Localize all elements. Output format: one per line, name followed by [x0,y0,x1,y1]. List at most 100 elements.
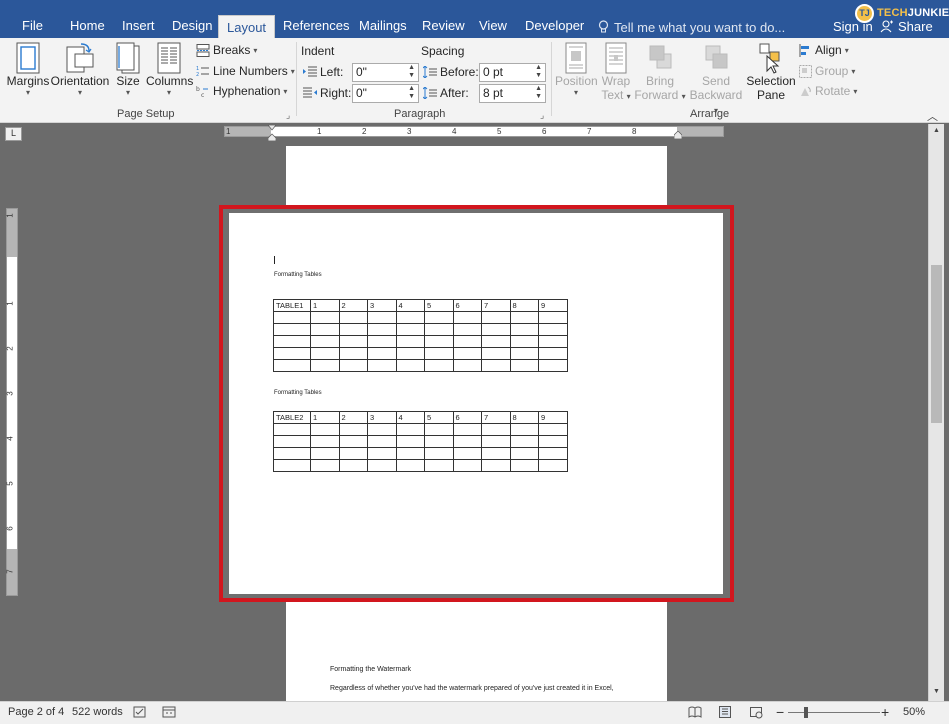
table-cell[interactable] [538,447,568,460]
table-cell[interactable]: 2 [338,411,368,424]
zoom-level[interactable]: 50% [903,706,925,718]
table-cell[interactable] [367,359,397,372]
table-cell[interactable] [395,323,425,336]
table-cell[interactable] [452,447,482,460]
table-cell[interactable] [310,459,340,472]
tab-review[interactable]: Review [414,0,473,38]
table-cell[interactable]: 5 [424,299,454,312]
table-cell[interactable] [424,347,454,360]
table-cell[interactable] [395,335,425,348]
table-cell[interactable] [481,359,511,372]
indent-marker-icon[interactable] [268,125,276,141]
send-backward-button[interactable]: Send Backward ▾ [686,42,746,116]
scroll-up-icon[interactable]: ▲ [931,126,942,136]
table-cell[interactable] [273,459,311,472]
table-cell[interactable] [273,359,311,372]
table-cell[interactable] [367,435,397,448]
spinner-arrows-icon[interactable]: ▲ ▼ [535,64,542,80]
hyphenation-button[interactable]: bc Hyphenation ▾ [196,84,287,98]
proofing-icon[interactable] [133,705,147,719]
table-cell[interactable] [424,447,454,460]
table-cell[interactable] [481,347,511,360]
table-cell[interactable] [509,347,539,360]
table-cell[interactable] [538,359,568,372]
tab-design[interactable]: Design [164,0,220,38]
align-button[interactable]: Align ▾ [799,43,849,57]
table-cell[interactable]: 4 [395,299,425,312]
table-cell[interactable] [395,311,425,324]
table-cell[interactable] [367,447,397,460]
table-cell[interactable] [367,311,397,324]
table-cell[interactable] [424,311,454,324]
selection-pane-button[interactable]: Selection Pane [746,42,796,102]
table-cell[interactable] [310,447,340,460]
table-cell[interactable]: TABLE1 [273,299,311,312]
table-cell[interactable] [452,423,482,436]
table-cell[interactable]: TABLE2 [273,411,311,424]
table-cell[interactable] [395,459,425,472]
table-cell[interactable]: 7 [481,299,511,312]
table-cell[interactable] [509,335,539,348]
tab-home[interactable]: Home [62,0,113,38]
table-cell[interactable] [395,359,425,372]
scroll-thumb[interactable] [931,265,942,423]
table-cell[interactable] [424,323,454,336]
wrap-text-button[interactable]: Wrap Text ▾ [598,42,634,102]
zoom-slider-thumb[interactable] [804,707,808,718]
table-cell[interactable] [509,459,539,472]
table-cell[interactable] [509,323,539,336]
table-cell[interactable] [310,359,340,372]
table-cell[interactable] [424,459,454,472]
table-cell[interactable]: 2 [338,299,368,312]
table-cell[interactable] [273,323,311,336]
spinner-arrows-icon[interactable]: ▲ ▼ [408,64,415,80]
table-cell[interactable] [538,347,568,360]
sign-in-link[interactable]: Sign in [833,19,873,34]
rotate-button[interactable]: Rotate ▾ [799,84,857,98]
tab-selector[interactable]: L [5,127,22,141]
table-cell[interactable] [481,311,511,324]
line-numbers-button[interactable]: 12 Line Numbers ▾ [196,64,295,78]
table-cell[interactable]: 1 [310,299,340,312]
table-cell[interactable] [273,423,311,436]
table-cell[interactable] [452,347,482,360]
size-button[interactable]: Size ▾ [112,42,144,97]
share-button[interactable]: Share [880,19,933,34]
table-cell[interactable] [338,435,368,448]
table-cell[interactable] [452,335,482,348]
tab-insert[interactable]: Insert [114,0,163,38]
table-cell[interactable] [509,311,539,324]
group-button[interactable]: Group ▾ [799,64,855,78]
vertical-ruler[interactable]: 1 1 2 3 4 5 6 7 [6,208,18,596]
table-cell[interactable] [395,447,425,460]
position-button[interactable]: Position ▾ [555,42,598,97]
table-cell[interactable] [273,347,311,360]
print-layout-icon[interactable] [718,705,732,719]
table-cell[interactable] [452,459,482,472]
bring-forward-button[interactable]: Bring Forward ▾ [634,42,686,102]
table-cell[interactable] [509,359,539,372]
tab-references[interactable]: References [275,0,357,38]
table-cell[interactable] [538,423,568,436]
table-cell[interactable]: 1 [310,411,340,424]
table-cell[interactable]: 6 [452,411,482,424]
word-count[interactable]: 522 words [72,706,123,718]
table-cell[interactable] [538,335,568,348]
table-cell[interactable] [338,311,368,324]
table-cell[interactable]: 9 [538,411,568,424]
table-cell[interactable] [273,335,311,348]
tab-mailings[interactable]: Mailings [351,0,415,38]
table-cell[interactable] [338,459,368,472]
table-cell[interactable] [367,347,397,360]
tab-layout[interactable]: Layout [218,15,276,38]
tab-view[interactable]: View [471,0,515,38]
table-cell[interactable] [367,423,397,436]
horizontal-ruler[interactable]: 1 1 2 3 4 5 6 7 8 [224,125,724,141]
table-cell[interactable]: 9 [538,299,568,312]
table-cell[interactable] [509,423,539,436]
table-cell[interactable] [310,423,340,436]
document-page[interactable] [286,146,667,208]
table-cell[interactable] [424,335,454,348]
table-cell[interactable] [538,311,568,324]
right-indent-marker-icon[interactable] [674,131,682,139]
